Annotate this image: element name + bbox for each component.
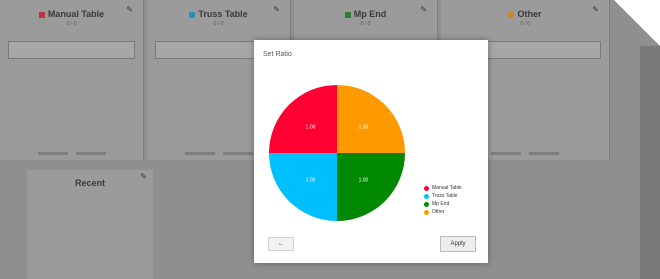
legend-item: Truss Table [424,192,462,200]
column-header: Manual Table 0 / 0 ✎ [0,0,143,34]
pin-icon[interactable]: ✎ [273,5,280,14]
dialog-title: Set Ratio [263,51,292,58]
legend-swatch [424,185,429,191]
column-subtitle: 0 / 0 [520,21,530,27]
column-title: Manual Table [0,9,143,19]
pin-icon[interactable]: ✎ [126,5,133,14]
column-subtitle: 0 / 0 [360,21,371,27]
legend-label: Truss Table [432,193,458,199]
column-color-swatch [38,11,45,18]
page-curl-corner [614,0,660,46]
column-header: Mp End 0 / 0 ✎ [294,0,437,34]
column-header: Truss Table 0 / 0 ✎ [147,0,290,34]
column-title: Other [441,9,609,19]
legend-label: Manual Table [432,185,462,191]
column-header: Other 0 / 0 ✎ [441,0,609,34]
column-subtitle: 0 / 0 [213,21,224,27]
apply-button[interactable]: Apply [440,236,476,252]
column-title-text: Truss Table [198,9,248,19]
legend-label: Mp End [432,201,450,207]
legend-item: Other [424,208,462,216]
recent-panel: Recent ✎ [27,170,153,279]
pie-slice-other[interactable] [337,85,405,153]
column-color-swatch [189,11,196,18]
pie-slice-data-label: 1.00 [306,177,316,183]
legend-swatch [424,193,429,199]
legend-swatch [424,209,429,215]
legend-swatch [424,201,429,207]
column-title-text: Mp End [353,9,387,19]
pie-slice-manual-table[interactable] [269,85,337,153]
column-manual-table: Manual Table 0 / 0 ✎ [0,0,144,160]
column-title-text: Manual Table [47,9,105,19]
pie-svg: 1.00 1.00 1.00 1.00 [269,85,405,221]
right-edge-shadow [640,46,660,279]
pie-slice-data-label: 1.00 [359,177,369,183]
pin-icon[interactable]: ✎ [420,5,427,14]
recent-panel-title: Recent [74,178,105,188]
column-subtitle: 0 / 0 [66,21,77,27]
pie-slice-data-label: 1.00 [359,125,369,131]
column-footer [0,152,143,158]
pie-slice-truss-table[interactable] [269,153,337,221]
legend-item: Manual Table [424,184,462,192]
ratio-pie-chart: 1.00 1.00 1.00 1.00 [264,84,410,222]
legend-item: Mp End [424,200,462,208]
column-color-swatch [508,11,515,18]
column-info-box [8,41,135,59]
column-title: Truss Table [147,9,290,19]
column-title: Mp End [294,9,437,19]
column-color-swatch [344,11,351,18]
pin-icon[interactable]: ✎ [592,5,599,14]
column-title-text: Other [517,9,542,19]
pin-icon[interactable]: ✎ [140,172,147,181]
legend-label: Other [432,209,445,215]
set-ratio-dialog: Set Ratio 1.00 1.00 1.00 1.00 Manual Table T… [254,40,488,263]
pie-slice-mp-end[interactable] [337,153,405,221]
cancel-button[interactable]: ← [268,237,294,251]
pie-legend: Manual Table Truss Table Mp End Other [424,184,462,216]
pie-slice-data-label: 1.00 [306,125,316,131]
